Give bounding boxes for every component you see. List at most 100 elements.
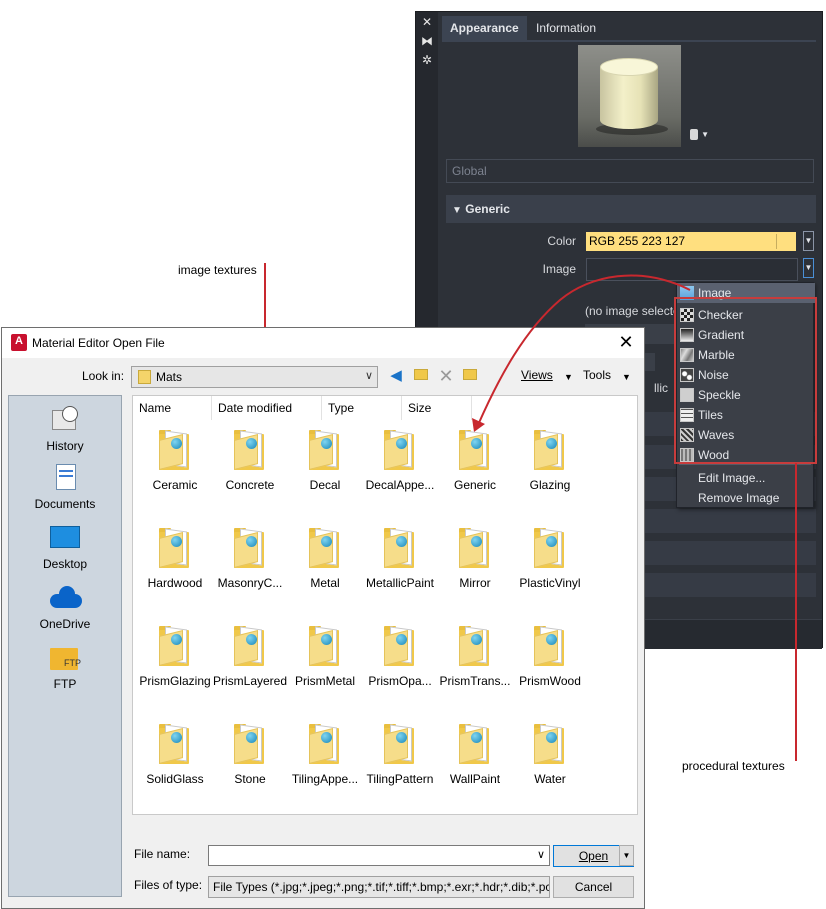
views-menu-button[interactable]: Views <box>521 368 553 382</box>
file-item[interactable]: Metal <box>285 528 365 608</box>
column-header-type[interactable]: Type <box>322 396 402 420</box>
file-item[interactable]: MetallicPaint <box>360 528 440 608</box>
place-desktop[interactable]: Desktop <box>9 524 121 571</box>
up-folder-icon[interactable] <box>411 366 431 386</box>
gradient-icon <box>680 328 694 342</box>
speckle-icon <box>680 388 694 402</box>
file-item[interactable]: PrismWood <box>510 626 590 706</box>
file-name: MasonryC... <box>217 576 283 590</box>
file-item[interactable]: PrismLayered <box>210 626 290 706</box>
open-options-dropdown[interactable]: ▼ <box>619 845 634 866</box>
color-dropdown-button[interactable]: ▼ <box>803 231 814 251</box>
views-dropdown-arrow-icon[interactable]: ▼ <box>564 372 573 382</box>
section-generic[interactable]: ▼ Generic <box>446 195 816 223</box>
back-arrow-icon[interactable]: ◀ <box>386 366 406 386</box>
menu-item-wood[interactable]: Wood <box>677 445 815 465</box>
place-ftp[interactable]: FTP FTP <box>9 644 121 691</box>
checker-icon <box>680 308 694 322</box>
menu-item-image[interactable]: Image <box>677 283 815 303</box>
menu-item-checker[interactable]: Checker <box>677 305 815 325</box>
file-name: PlasticVinyl <box>519 576 581 590</box>
files-of-type-dropdown[interactable]: File Types (*.jpg;*.jpeg;*.png;*.tif;*.t… <box>208 876 550 898</box>
tab-appearance[interactable]: Appearance <box>442 16 527 40</box>
place-history[interactable]: History <box>9 406 121 453</box>
tools-dropdown-arrow-icon[interactable]: ▼ <box>622 372 631 382</box>
new-folder-icon[interactable] <box>460 366 480 386</box>
ftp-folder-icon: FTP <box>50 644 81 672</box>
file-name: Metal <box>310 576 340 590</box>
file-name: DecalAppe... <box>365 478 435 492</box>
menu-item-waves[interactable]: Waves <box>677 425 815 445</box>
image-dropdown-button[interactable]: ▼ <box>803 258 814 278</box>
collapse-triangle-icon: ▼ <box>452 205 462 216</box>
file-item[interactable]: TilingAppe... <box>285 724 365 804</box>
material-folder-icon <box>309 528 341 568</box>
file-name: PrismGlazing <box>139 674 211 688</box>
material-folder-icon <box>234 528 266 568</box>
file-item[interactable]: Ceramic <box>135 430 215 510</box>
file-item[interactable]: Mirror <box>435 528 515 608</box>
file-item[interactable]: Water <box>510 724 590 804</box>
file-item[interactable]: PlasticVinyl <box>510 528 590 608</box>
file-name: TilingPattern <box>366 772 434 786</box>
delete-icon[interactable]: ✕ <box>436 366 456 386</box>
color-swatch <box>776 234 794 249</box>
image-field[interactable] <box>586 258 798 281</box>
material-folder-icon <box>159 528 191 568</box>
file-item[interactable]: MasonryC... <box>210 528 290 608</box>
file-item[interactable]: Concrete <box>210 430 290 510</box>
file-name: PrismMetal <box>294 674 355 688</box>
file-item[interactable]: Hardwood <box>135 528 215 608</box>
file-name: Hardwood <box>147 576 203 590</box>
file-name: Decal <box>309 478 341 492</box>
place-onedrive[interactable]: OneDrive <box>9 584 121 631</box>
file-item[interactable]: Stone <box>210 724 290 804</box>
menu-item-gradient[interactable]: Gradient <box>677 325 815 345</box>
menu-item-tiles[interactable]: Tiles <box>677 405 815 425</box>
place-documents[interactable]: Documents <box>9 464 121 511</box>
material-folder-icon <box>309 626 341 666</box>
global-field[interactable]: Global <box>446 159 814 183</box>
file-item[interactable]: PrismOpa... <box>360 626 440 706</box>
column-header-date-modified[interactable]: Date modified <box>212 396 322 420</box>
file-item[interactable]: SolidGlass <box>135 724 215 804</box>
file-item[interactable]: PrismTrans... <box>435 626 515 706</box>
file-name: Water <box>534 772 566 786</box>
open-file-dialog: A Material Editor Open File ✕ Look in: M… <box>1 327 645 909</box>
file-item[interactable]: Generic <box>435 430 515 510</box>
pin-icon[interactable]: ⧓ <box>421 35 433 47</box>
file-item[interactable]: WallPaint <box>435 724 515 804</box>
file-item[interactable]: Decal <box>285 430 365 510</box>
menu-item-marble[interactable]: Marble <box>677 345 815 365</box>
close-icon[interactable]: ✕ <box>421 16 433 28</box>
place-label: History <box>46 439 84 453</box>
file-name-input[interactable]: ∨ <box>208 845 550 866</box>
menu-item-noise[interactable]: Noise <box>677 365 815 385</box>
material-folder-icon <box>234 430 266 470</box>
menu-item-speckle[interactable]: Speckle <box>677 385 815 405</box>
wood-icon <box>680 448 694 462</box>
file-item[interactable]: TilingPattern <box>360 724 440 804</box>
preview-cylinder <box>600 67 658 129</box>
file-item[interactable]: PrismGlazing <box>135 626 215 706</box>
chevron-down-icon: ▼ <box>701 130 709 139</box>
file-name: PrismOpa... <box>368 674 432 688</box>
close-icon[interactable]: ✕ <box>616 332 636 352</box>
file-list: Name Date modified Type Size Ceramic Conc… <box>132 395 638 815</box>
cancel-button[interactable]: Cancel <box>553 876 634 898</box>
tab-information[interactable]: Information <box>528 16 604 40</box>
file-name: Concrete <box>225 478 275 492</box>
file-name: Glazing <box>529 478 571 492</box>
settings-icon[interactable]: ✲ <box>421 54 433 66</box>
tools-menu-button[interactable]: Tools <box>583 368 611 382</box>
look-in-dropdown[interactable]: Mats ∨ <box>131 366 378 388</box>
file-item[interactable]: PrismMetal <box>285 626 365 706</box>
color-field[interactable]: RGB 255 223 127 <box>586 232 796 251</box>
file-item[interactable]: Glazing <box>510 430 590 510</box>
chevron-down-icon[interactable]: ∨ <box>537 848 545 861</box>
preview-shape-button[interactable]: ▼ <box>690 128 709 140</box>
column-header-size[interactable]: Size <box>402 396 472 420</box>
file-item[interactable]: DecalAppe... <box>360 430 440 510</box>
column-header-name[interactable]: Name <box>133 396 212 420</box>
material-preview[interactable] <box>578 45 681 147</box>
